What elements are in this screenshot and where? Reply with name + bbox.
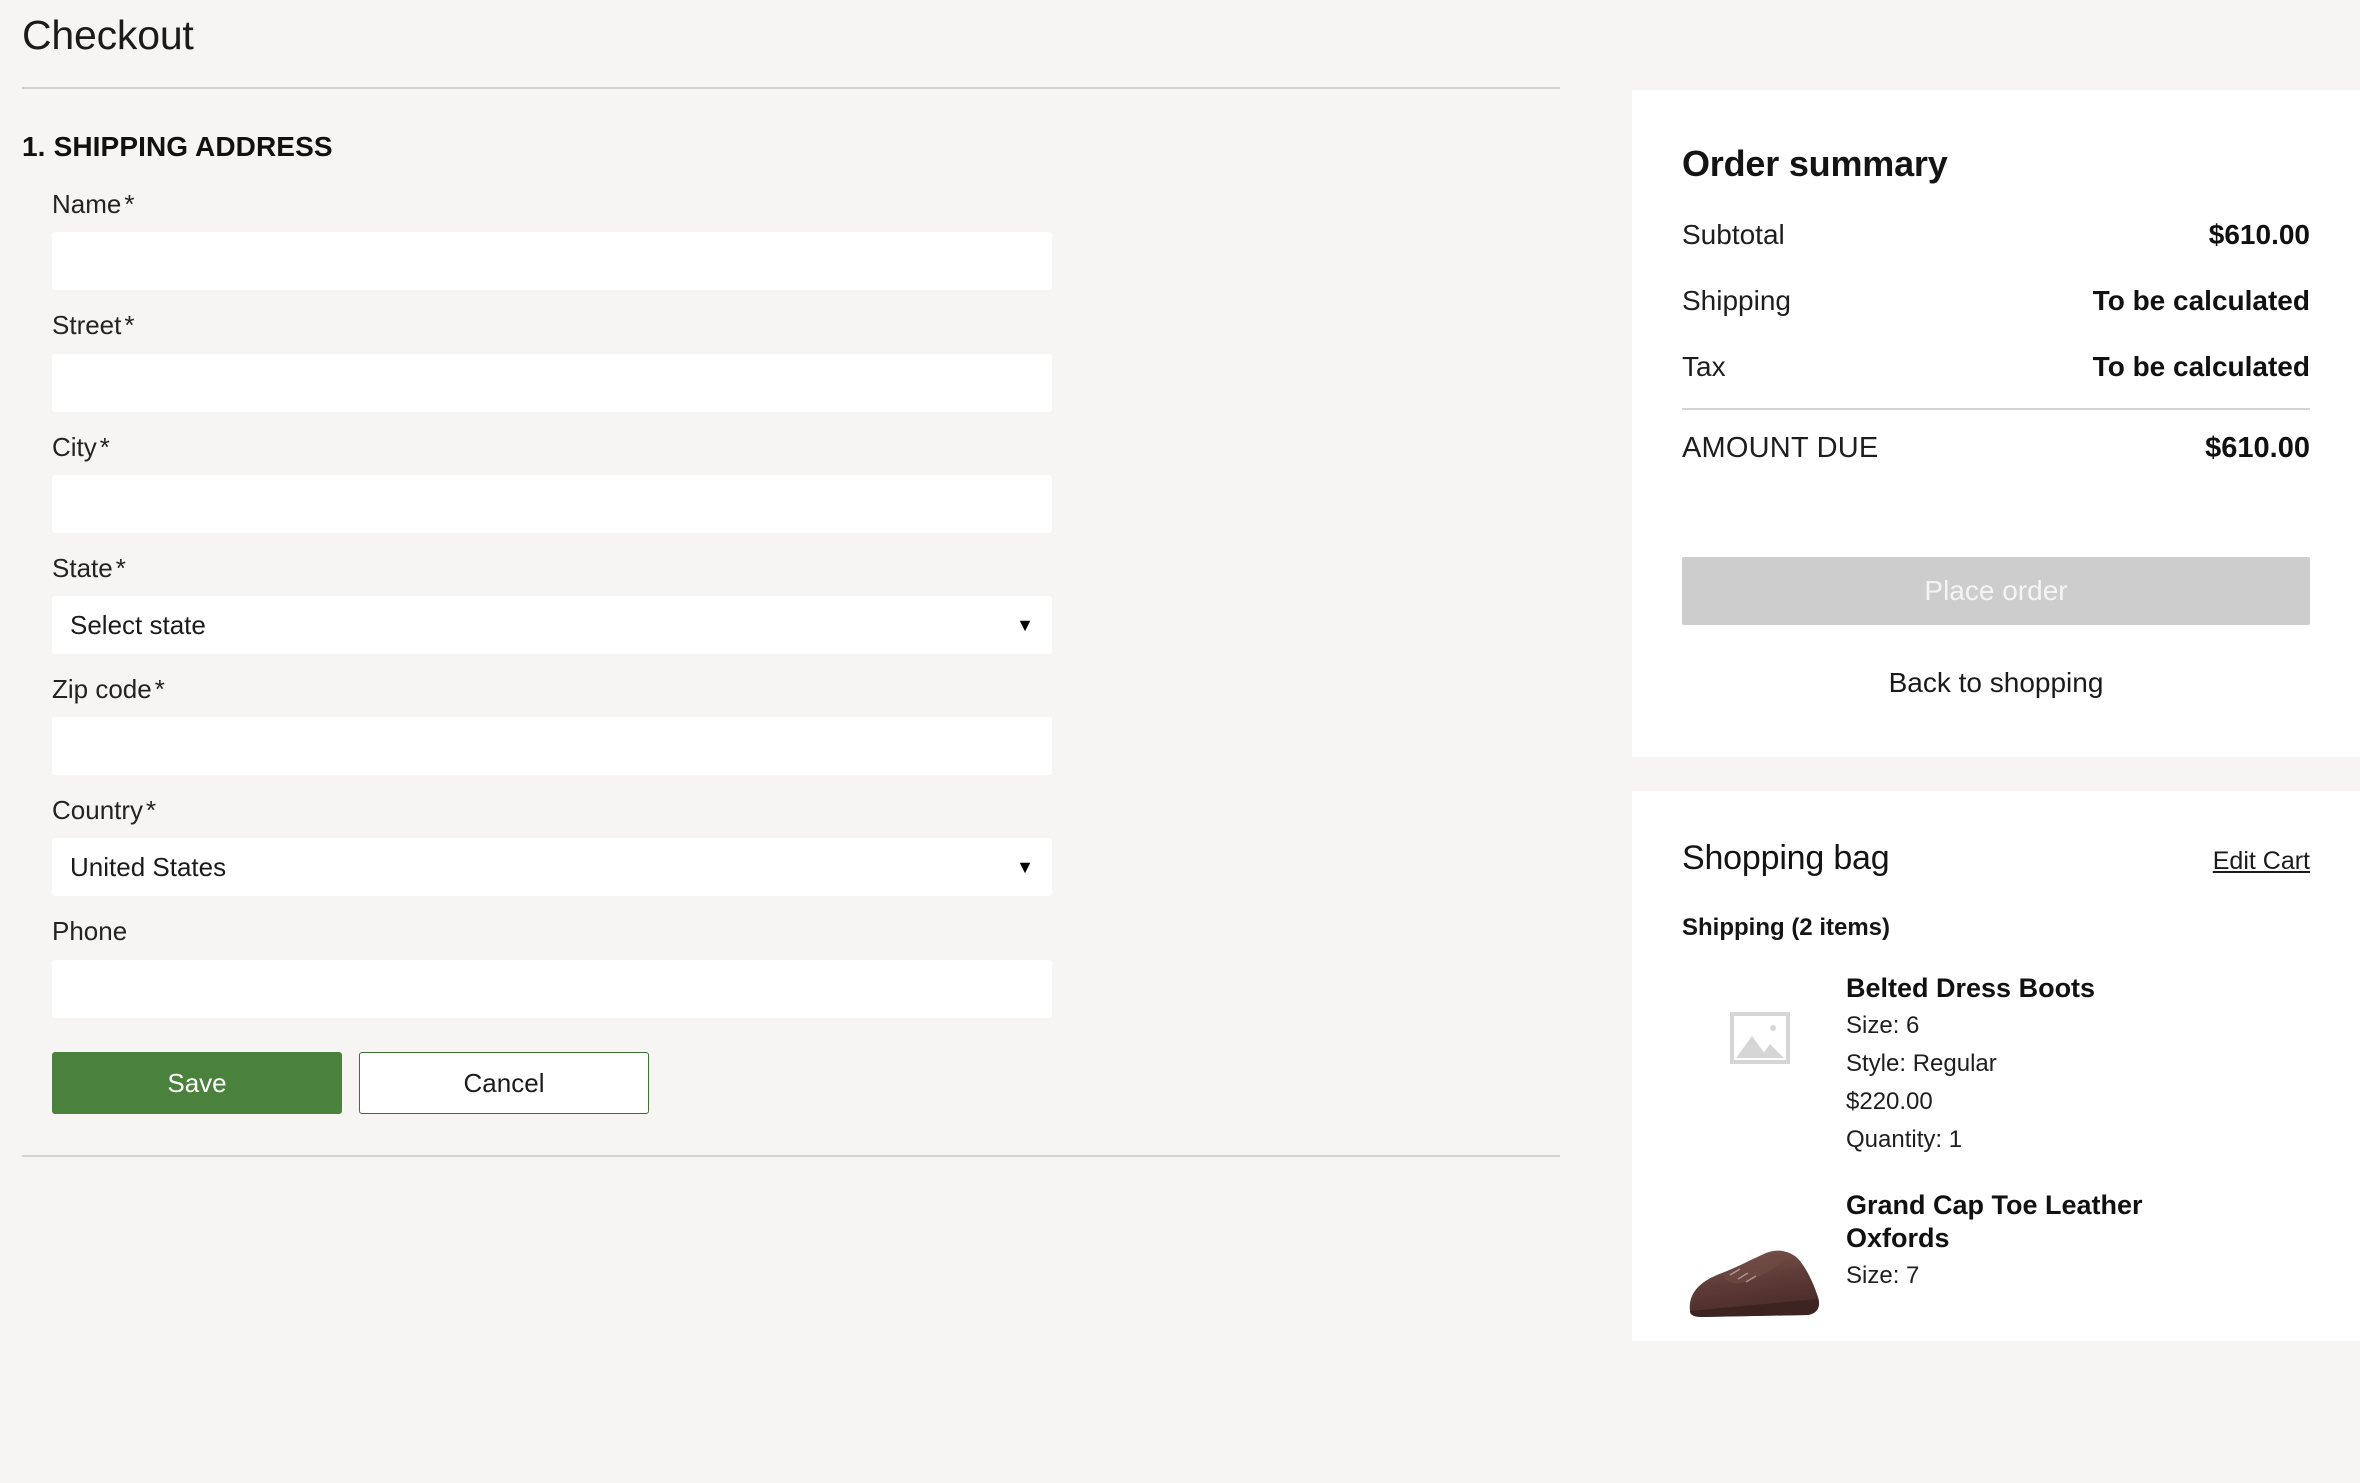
title-divider: [22, 87, 1560, 90]
item-price: $220.00: [1846, 1088, 1933, 1116]
section-title: SHIPPING ADDRESS: [53, 131, 333, 163]
item-thumbnail: [1682, 972, 1838, 1104]
phone-input[interactable]: [52, 959, 1052, 1018]
country-select-wrapper: United States ▼: [52, 838, 1052, 897]
item-name: Belted Dress Boots: [1846, 973, 2096, 1004]
subtotal-label: Subtotal: [1682, 219, 1785, 251]
subtotal-value: $610.00: [2208, 219, 2310, 251]
field-label-city: City *: [52, 432, 1580, 463]
cancel-button[interactable]: Cancel: [359, 1051, 649, 1114]
city-input[interactable]: [52, 474, 1052, 533]
zip-code-input[interactable]: [52, 717, 1052, 776]
required-marker: *: [115, 552, 126, 583]
item-size: Size: 6: [1846, 1012, 1920, 1040]
shipping-value: To be calculated: [2092, 285, 2310, 317]
street-input[interactable]: [52, 353, 1052, 412]
required-marker: *: [146, 795, 157, 826]
amount-due-label: AMOUNT DUE: [1682, 432, 1879, 465]
order-summary-title: Order summary: [1682, 143, 1948, 184]
shopping-bag-header: Shopping bag Edit Cart: [1682, 839, 2310, 878]
required-marker: *: [99, 431, 110, 462]
country-select[interactable]: United States: [52, 838, 1052, 897]
item-details: Grand Cap Toe Leather Oxfords Size: 7: [1838, 1189, 2216, 1321]
edit-cart-link[interactable]: Edit Cart: [2213, 847, 2310, 876]
label-text: City: [52, 431, 97, 462]
checkout-page: Checkout 1. SHIPPING ADDRESS Name * Street…: [0, 0, 2360, 1483]
shipping-address-heading: 1. SHIPPING ADDRESS: [22, 131, 1580, 163]
summary-row-subtotal: Subtotal $610.00: [1682, 219, 2310, 251]
amount-due-value: $610.00: [2205, 432, 2310, 465]
item-thumbnail: [1682, 1189, 1838, 1321]
order-summary-card: Order summary Subtotal $610.00 Shipping …: [1632, 90, 2360, 758]
item-quantity: Quantity: 1: [1846, 1126, 1963, 1154]
section-number: 1.: [22, 131, 46, 163]
shipping-label: Shipping: [1682, 285, 1791, 317]
label-text: State: [52, 552, 113, 583]
summary-row-shipping: Shipping To be calculated: [1682, 285, 2310, 317]
state-select[interactable]: Select state: [52, 596, 1052, 654]
label-text: Phone: [52, 916, 128, 947]
field-label-state: State *: [52, 553, 1580, 584]
field-state: State * Select state ▼: [52, 553, 1580, 654]
summary-row-tax: Tax To be calculated: [1682, 351, 2310, 383]
shopping-bag-card: Shopping bag Edit Cart Shipping (2 items…: [1632, 791, 2360, 1342]
field-city: City *: [52, 432, 1580, 533]
field-country: Country * United States ▼: [52, 795, 1580, 897]
field-label-name: Name *: [52, 189, 1580, 220]
field-name: Name *: [52, 189, 1580, 291]
field-label-zip-code: Zip code *: [52, 674, 1580, 705]
field-label-country: Country *: [52, 795, 1580, 826]
required-marker: *: [124, 310, 135, 341]
summary-row-amount-due: AMOUNT DUE $610.00: [1682, 432, 2310, 465]
form-action-buttons: Save Cancel: [52, 1051, 1580, 1114]
image-placeholder-icon: [1730, 1012, 1790, 1065]
page-title: Checkout: [22, 12, 194, 58]
field-zip-code: Zip code *: [52, 674, 1580, 776]
label-text: Street: [52, 310, 122, 341]
field-label-phone: Phone: [52, 916, 1580, 947]
list-item[interactable]: Grand Cap Toe Leather Oxfords Size: 7: [1682, 1189, 2310, 1321]
shipping-address-form: Name * Street * City * State * Select st…: [22, 189, 1580, 1157]
item-details: Belted Dress Boots Size: 6 Style: Regula…: [1838, 972, 2095, 1157]
tax-label: Tax: [1682, 351, 1726, 383]
item-size: Size: 7: [1846, 1262, 1920, 1290]
label-text: Name: [52, 189, 122, 220]
required-marker: *: [154, 674, 165, 704]
item-style: Style: Regular: [1846, 1050, 1997, 1078]
oxford-shoe-image: [1682, 1189, 1838, 1321]
label-text: Zip code: [52, 674, 152, 704]
state-select-wrapper: Select state ▼: [52, 596, 1052, 654]
back-to-shopping-link[interactable]: Back to shopping: [1682, 667, 2310, 699]
shipping-group-label: Shipping (2 items): [1682, 914, 1891, 942]
list-item[interactable]: Belted Dress Boots Size: 6 Style: Regula…: [1682, 972, 2310, 1157]
field-street: Street *: [52, 310, 1580, 412]
summary-divider: [1682, 408, 2310, 411]
checkout-main-column: Checkout 1. SHIPPING ADDRESS Name * Street…: [0, 0, 1580, 1483]
save-button[interactable]: Save: [52, 1051, 342, 1114]
place-order-button[interactable]: Place order: [1682, 557, 2310, 626]
section-bottom-divider: [22, 1154, 1560, 1157]
checkout-sidebar: Order summary Subtotal $610.00 Shipping …: [1632, 0, 2360, 1483]
field-phone: Phone: [52, 916, 1580, 1018]
name-input[interactable]: [52, 232, 1052, 291]
field-label-street: Street *: [52, 310, 1580, 341]
required-marker: *: [124, 189, 135, 220]
shopping-bag-title: Shopping bag: [1682, 839, 1890, 878]
tax-value: To be calculated: [2092, 351, 2310, 383]
item-name: Grand Cap Toe Leather Oxfords: [1846, 1190, 2143, 1254]
label-text: Country: [52, 795, 144, 826]
